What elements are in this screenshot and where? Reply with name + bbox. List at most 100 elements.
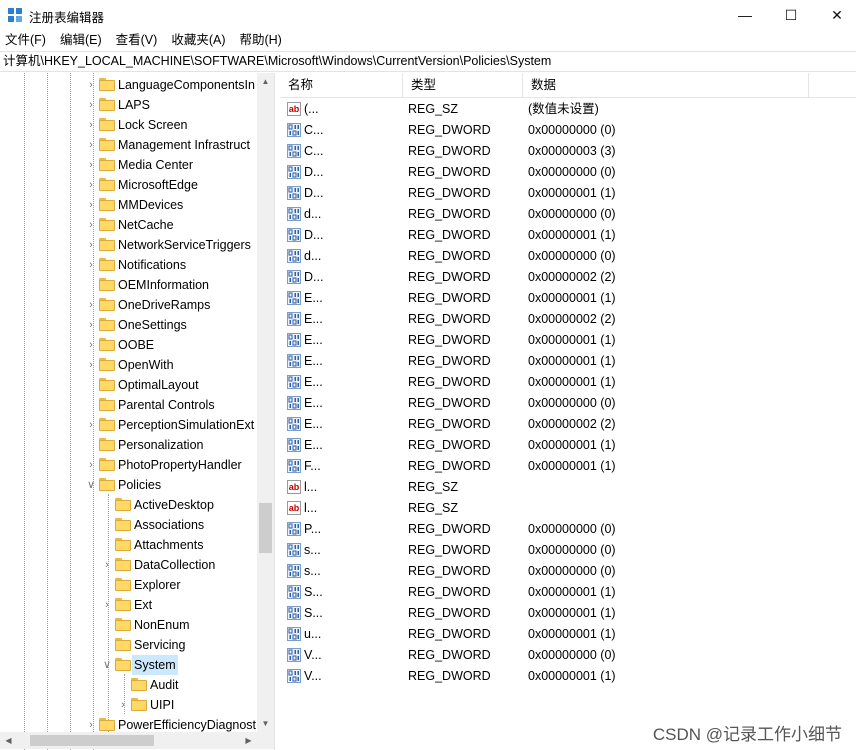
tree-node[interactable]: ActiveDesktop	[0, 495, 274, 515]
menu-file[interactable]: 文件(F)	[5, 30, 46, 50]
scroll-left-icon[interactable]: ◀	[0, 732, 17, 749]
chevron-right-icon[interactable]: ›	[86, 135, 96, 155]
menu-view[interactable]: 查看(V)	[116, 30, 158, 50]
chevron-right-icon[interactable]: ›	[86, 215, 96, 235]
table-row[interactable]: P... REG_DWORD 0x00000000 (0)	[280, 519, 856, 540]
table-row[interactable]: d... REG_DWORD 0x00000000 (0)	[280, 246, 856, 267]
minimize-button[interactable]: —	[722, 0, 768, 30]
chevron-right-icon[interactable]: ›	[86, 115, 96, 135]
tree-node[interactable]: OEMInformation	[0, 275, 274, 295]
tree-node[interactable]: › OOBE	[0, 335, 274, 355]
tree-node[interactable]: › Notifications	[0, 255, 274, 275]
chevron-right-icon[interactable]: ›	[86, 415, 96, 435]
menu-edit[interactable]: 编辑(E)	[60, 30, 102, 50]
chevron-down-icon[interactable]: ∨	[86, 475, 96, 495]
tree-node[interactable]: › OneDriveRamps	[0, 295, 274, 315]
scroll-down-icon[interactable]: ▼	[257, 715, 274, 732]
table-row[interactable]: ab l... REG_SZ	[280, 477, 856, 498]
tree-horizontal-scrollbar[interactable]: ◀ ▶	[0, 732, 257, 749]
table-row[interactable]: ab (... REG_SZ (数值未设置)	[280, 99, 856, 120]
scroll-up-icon[interactable]: ▲	[257, 73, 274, 90]
tree-node[interactable]: › MMDevices	[0, 195, 274, 215]
tree-node[interactable]: › UIPI	[0, 695, 274, 715]
table-row[interactable]: d... REG_DWORD 0x00000000 (0)	[280, 204, 856, 225]
column-header-name[interactable]: 名称	[280, 73, 403, 98]
table-row[interactable]: F... REG_DWORD 0x00000001 (1)	[280, 456, 856, 477]
table-row[interactable]: V... REG_DWORD 0x00000001 (1)	[280, 666, 856, 687]
tree-node[interactable]: › OpenWith	[0, 355, 274, 375]
table-row[interactable]: D... REG_DWORD 0x00000001 (1)	[280, 183, 856, 204]
tree-node[interactable]: › PerceptionSimulationExt	[0, 415, 274, 435]
table-row[interactable]: E... REG_DWORD 0x00000001 (1)	[280, 330, 856, 351]
tree-node[interactable]: › OneSettings	[0, 315, 274, 335]
tree-node[interactable]: › LAPS	[0, 95, 274, 115]
maximize-button[interactable]: ☐	[768, 0, 814, 30]
table-row[interactable]: E... REG_DWORD 0x00000001 (1)	[280, 351, 856, 372]
column-header-data[interactable]: 数据	[523, 73, 809, 98]
tree-node[interactable]: Explorer	[0, 575, 274, 595]
chevron-right-icon[interactable]: ›	[86, 235, 96, 255]
tree-node[interactable]: Audit	[0, 675, 274, 695]
tree-node[interactable]: › Management Infrastruct	[0, 135, 274, 155]
scroll-thumb[interactable]	[259, 503, 272, 553]
chevron-right-icon[interactable]: ›	[86, 155, 96, 175]
tree-node[interactable]: › NetCache	[0, 215, 274, 235]
close-button[interactable]: ✕	[814, 0, 856, 30]
tree-node[interactable]: › Ext	[0, 595, 274, 615]
tree-node[interactable]: Attachments	[0, 535, 274, 555]
tree-vertical-scrollbar[interactable]: ▲ ▼	[257, 73, 274, 732]
tree-node[interactable]: › DataCollection	[0, 555, 274, 575]
table-row[interactable]: E... REG_DWORD 0x00000000 (0)	[280, 393, 856, 414]
table-row[interactable]: C... REG_DWORD 0x00000003 (3)	[280, 141, 856, 162]
table-row[interactable]: S... REG_DWORD 0x00000001 (1)	[280, 603, 856, 624]
tree-node[interactable]: Parental Controls	[0, 395, 274, 415]
table-row[interactable]: E... REG_DWORD 0x00000001 (1)	[280, 435, 856, 456]
menu-help[interactable]: 帮助(H)	[239, 30, 281, 50]
chevron-right-icon[interactable]: ›	[118, 695, 128, 715]
chevron-right-icon[interactable]: ›	[86, 295, 96, 315]
tree-node[interactable]: › NetworkServiceTriggers	[0, 235, 274, 255]
tree-node[interactable]: ∨ Policies	[0, 475, 274, 495]
chevron-right-icon[interactable]: ›	[86, 175, 96, 195]
chevron-right-icon[interactable]: ›	[102, 555, 112, 575]
chevron-right-icon[interactable]: ›	[86, 75, 96, 95]
chevron-right-icon[interactable]: ›	[86, 335, 96, 355]
table-row[interactable]: S... REG_DWORD 0x00000001 (1)	[280, 582, 856, 603]
tree-node[interactable]: › Lock Screen	[0, 115, 274, 135]
tree-node[interactable]: OptimalLayout	[0, 375, 274, 395]
tree-node[interactable]: › PhotoPropertyHandler	[0, 455, 274, 475]
chevron-down-icon[interactable]: ∨	[102, 655, 112, 675]
tree-node[interactable]: › LanguageComponentsIn	[0, 75, 274, 95]
table-row[interactable]: E... REG_DWORD 0x00000002 (2)	[280, 309, 856, 330]
table-row[interactable]: u... REG_DWORD 0x00000001 (1)	[280, 624, 856, 645]
scroll-right-icon[interactable]: ▶	[240, 732, 257, 749]
table-row[interactable]: ab l... REG_SZ	[280, 498, 856, 519]
tree-node[interactable]: › Media Center	[0, 155, 274, 175]
chevron-right-icon[interactable]: ›	[86, 455, 96, 475]
chevron-right-icon[interactable]: ›	[86, 255, 96, 275]
value-list[interactable]: 名称 类型 数据 ab (... REG_SZ (数值未设置) C... REG_DWOR…	[280, 73, 856, 750]
tree-node[interactable]: NonEnum	[0, 615, 274, 635]
table-row[interactable]: D... REG_DWORD 0x00000000 (0)	[280, 162, 856, 183]
chevron-right-icon[interactable]: ›	[86, 355, 96, 375]
address-bar[interactable]: 计算机\HKEY_LOCAL_MACHINE\SOFTWARE\Microsof…	[0, 51, 856, 72]
table-row[interactable]: E... REG_DWORD 0x00000001 (1)	[280, 288, 856, 309]
table-row[interactable]: s... REG_DWORD 0x00000000 (0)	[280, 540, 856, 561]
table-row[interactable]: V... REG_DWORD 0x00000000 (0)	[280, 645, 856, 666]
chevron-right-icon[interactable]: ›	[102, 595, 112, 615]
chevron-right-icon[interactable]: ›	[86, 95, 96, 115]
scroll-thumb[interactable]	[30, 735, 154, 746]
menu-favorites[interactable]: 收藏夹(A)	[171, 30, 225, 50]
tree-node[interactable]: Servicing	[0, 635, 274, 655]
column-header-type[interactable]: 类型	[403, 73, 523, 98]
table-row[interactable]: E... REG_DWORD 0x00000001 (1)	[280, 372, 856, 393]
table-row[interactable]: s... REG_DWORD 0x00000000 (0)	[280, 561, 856, 582]
key-tree[interactable]: › LanguageComponentsIn › LAPS › Lock Screen › M…	[0, 73, 275, 750]
tree-node[interactable]: ∨ System	[0, 655, 274, 675]
chevron-right-icon[interactable]: ›	[86, 195, 96, 215]
tree-node[interactable]: › MicrosoftEdge	[0, 175, 274, 195]
table-row[interactable]: D... REG_DWORD 0x00000001 (1)	[280, 225, 856, 246]
tree-node[interactable]: Associations	[0, 515, 274, 535]
table-row[interactable]: C... REG_DWORD 0x00000000 (0)	[280, 120, 856, 141]
tree-node[interactable]: Personalization	[0, 435, 274, 455]
